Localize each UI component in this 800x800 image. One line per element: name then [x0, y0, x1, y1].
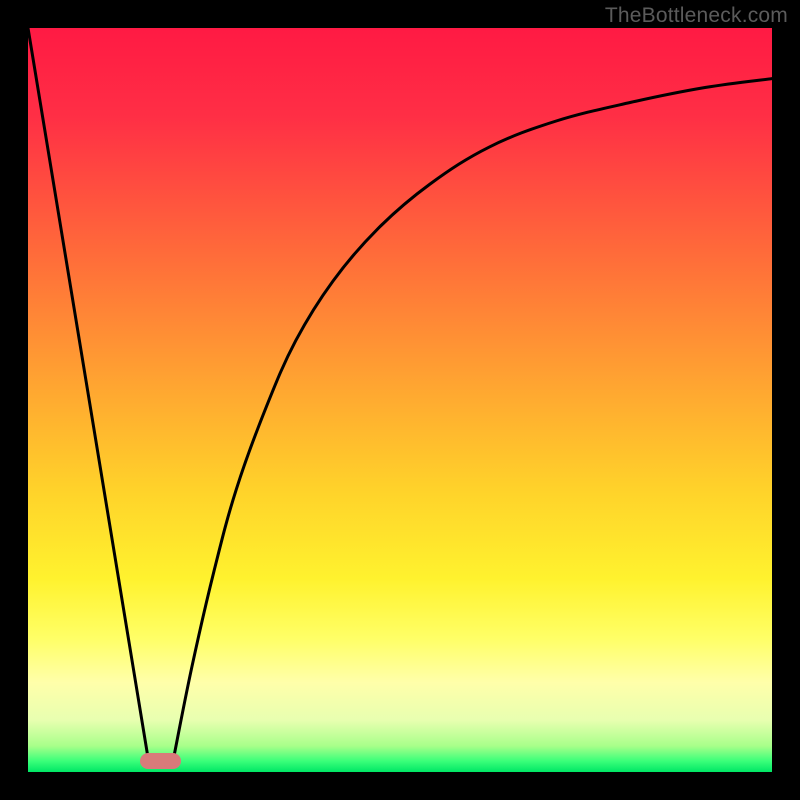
chart-frame: TheBottleneck.com — [0, 0, 800, 800]
bottleneck-marker — [140, 753, 180, 769]
plot-area — [28, 28, 772, 772]
left-line-path — [28, 28, 149, 761]
watermark-text: TheBottleneck.com — [605, 4, 788, 28]
curves-layer — [28, 28, 772, 772]
right-curve-path — [173, 79, 772, 761]
